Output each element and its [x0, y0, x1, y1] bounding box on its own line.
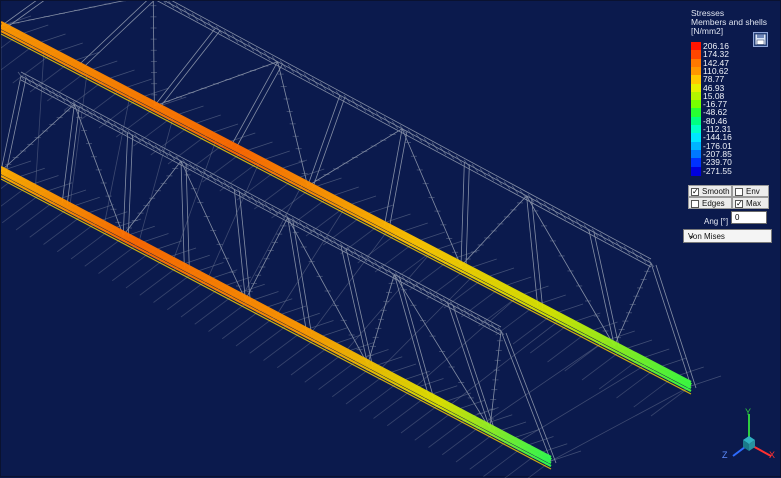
max-checkbox[interactable]: ✓ Max: [732, 197, 769, 209]
edges-checkbox[interactable]: Edges: [688, 197, 732, 209]
axis-x-label: X: [769, 450, 775, 460]
axis-y-label: Y: [745, 407, 751, 417]
axis-triad: Y X Z: [722, 407, 775, 460]
smooth-check-icon: ✓: [691, 187, 699, 196]
3d-viewport[interactable]: Stresses Members and shells [N/mm2] 206.…: [0, 0, 781, 478]
chevron-down-icon: ⌄: [688, 230, 696, 240]
angle-label: Ang [°]: [704, 217, 729, 226]
smooth-checkbox[interactable]: ✓ Smooth: [688, 185, 732, 197]
legend-row: -271.55: [691, 165, 771, 177]
max-check-icon: ✓: [735, 199, 743, 208]
legend-label: -271.55: [703, 165, 732, 176]
legend-swatch: [691, 166, 701, 176]
truss-model[interactable]: [1, 1, 781, 478]
result-type-select[interactable]: Von Mises ⌄: [683, 229, 772, 243]
panel-unit: [N/mm2]: [691, 26, 724, 36]
angle-input[interactable]: [731, 211, 767, 224]
env-checkbox[interactable]: Env: [732, 185, 769, 197]
results-panel: Stresses Members and shells [N/mm2] 206.…: [683, 7, 779, 247]
axis-z-label: Z: [722, 450, 728, 460]
